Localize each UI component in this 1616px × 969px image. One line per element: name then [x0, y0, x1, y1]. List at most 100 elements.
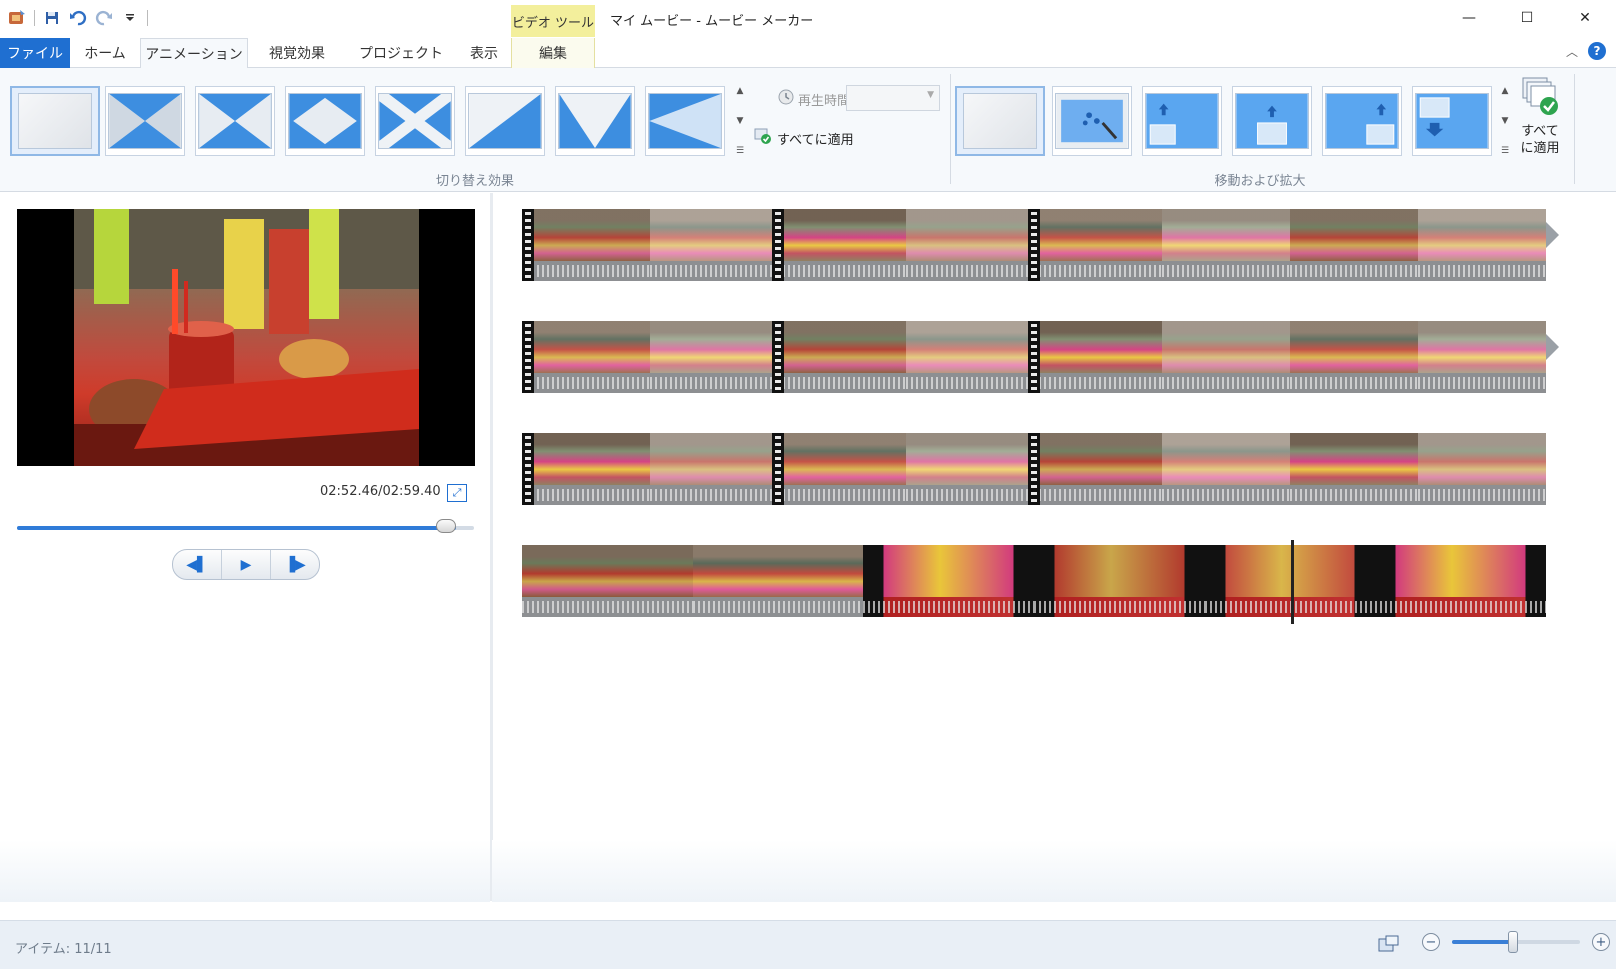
storyboard-clip[interactable] — [522, 433, 650, 505]
tab-animations[interactable]: アニメーション — [140, 38, 248, 69]
tab-edit[interactable]: 編集 — [511, 38, 595, 68]
minimize-button[interactable]: — — [1440, 0, 1498, 36]
storyboard-clip[interactable] — [906, 433, 1034, 505]
transition-none[interactable] — [10, 86, 100, 156]
storyboard-clip[interactable] — [650, 433, 778, 505]
panzoom-apply-all-button[interactable]: すべて に適用 — [1514, 76, 1566, 166]
storyboard-clip[interactable] — [778, 321, 906, 393]
maximize-button[interactable]: ☐ — [1498, 0, 1556, 36]
transition-v-shape[interactable] — [555, 86, 635, 156]
tab-file[interactable]: ファイル — [0, 38, 70, 68]
storyboard-clip[interactable] — [1290, 321, 1418, 393]
storyboard-clip[interactable] — [522, 321, 650, 393]
clip-thumbnail — [522, 545, 693, 597]
storyboard-clip[interactable] — [1418, 209, 1546, 281]
tab-home[interactable]: ホーム — [70, 38, 140, 68]
panzoom-none[interactable] — [955, 86, 1045, 156]
storyboard-clip[interactable] — [1034, 545, 1205, 617]
items-count: アイテム: 11/11 — [15, 942, 112, 957]
panzoom-gallery-scroll[interactable]: ▲ ▼ ☰ — [1498, 86, 1512, 156]
tab-visual-effects[interactable]: 視覚効果 — [248, 38, 346, 68]
storyboard-clip[interactable] — [1162, 209, 1290, 281]
thumbnail-size-icon[interactable] — [1378, 935, 1400, 957]
storyboard-clip[interactable] — [1375, 545, 1546, 617]
clip-thumbnail — [863, 545, 1034, 597]
tab-project[interactable]: プロジェクト — [346, 38, 456, 68]
duration-dropdown[interactable]: ▼ — [846, 85, 940, 111]
group-separator — [1574, 74, 1575, 184]
seek-bar-thumb[interactable] — [436, 519, 456, 533]
transition-marker[interactable] — [522, 209, 534, 281]
transition-marker[interactable] — [772, 433, 784, 505]
storyboard-clip[interactable] — [778, 433, 906, 505]
panzoom-pan-down[interactable] — [1412, 86, 1492, 156]
close-button[interactable]: ✕ — [1556, 0, 1614, 36]
storyboard-clip[interactable] — [1418, 321, 1546, 393]
clip-thumbnail — [650, 321, 778, 373]
storyboard-clip[interactable] — [1034, 433, 1162, 505]
transition-gallery-scroll[interactable]: ▲ ▼ ☰ — [733, 86, 747, 156]
storyboard-clip[interactable] — [778, 209, 906, 281]
app-icon[interactable] — [8, 9, 26, 27]
video-preview[interactable] — [17, 209, 475, 466]
save-icon[interactable] — [43, 9, 61, 27]
zoom-in-button[interactable]: + — [1592, 933, 1610, 951]
pane-splitter[interactable] — [490, 193, 493, 901]
storyboard-clip[interactable] — [1162, 321, 1290, 393]
zoom-out-button[interactable]: − — [1422, 933, 1440, 951]
transition-marker[interactable] — [522, 433, 534, 505]
storyboard-clip[interactable] — [1162, 433, 1290, 505]
transition-bowtie-horizontal[interactable] — [195, 86, 275, 156]
customize-dropdown-icon[interactable] — [121, 9, 139, 27]
storyboard-clip[interactable] — [522, 209, 650, 281]
transition-x-cross[interactable] — [375, 86, 455, 156]
storyboard-clip[interactable] — [1418, 433, 1546, 505]
transition-marker[interactable] — [772, 209, 784, 281]
audio-waveform — [1162, 373, 1290, 393]
zoom-slider[interactable] — [1452, 931, 1580, 953]
audio-waveform — [1375, 597, 1546, 617]
panzoom-zoom-in-top[interactable] — [1142, 86, 1222, 156]
transition-marker[interactable] — [772, 321, 784, 393]
storyboard-clip[interactable] — [650, 209, 778, 281]
storyboard-clip[interactable] — [1290, 209, 1418, 281]
popout-preview-icon[interactable]: ⤢ — [447, 484, 467, 502]
storyboard-clip[interactable] — [692, 545, 864, 617]
storyboard-clip[interactable] — [1034, 321, 1162, 393]
storyboard-clip[interactable] — [906, 209, 1034, 281]
storyboard-clip[interactable] — [863, 545, 1034, 617]
storyboard-clip[interactable] — [650, 321, 778, 393]
audio-waveform — [863, 597, 1034, 617]
panzoom-zoom-in-right[interactable] — [1322, 86, 1402, 156]
transition-diamond[interactable] — [285, 86, 365, 156]
play-button[interactable]: ▶ — [222, 550, 271, 579]
collapse-ribbon-icon[interactable]: ︿ — [1566, 43, 1578, 60]
panzoom-auto[interactable] — [1052, 86, 1132, 156]
transition-marker[interactable] — [1028, 321, 1040, 393]
help-icon[interactable]: ? — [1588, 42, 1606, 60]
transition-cross-diagonal[interactable] — [105, 86, 185, 156]
storyboard-clip[interactable] — [906, 321, 1034, 393]
transition-marker[interactable] — [1028, 209, 1040, 281]
panzoom-zoom-in-center[interactable] — [1232, 86, 1312, 156]
zoom-slider-thumb[interactable] — [1508, 931, 1519, 953]
next-frame-button[interactable]: ▐▶ — [271, 550, 319, 579]
transition-marker[interactable] — [1028, 433, 1040, 505]
clip-thumbnail — [1162, 321, 1290, 373]
storyboard-clip[interactable] — [1204, 545, 1376, 617]
audio-waveform — [522, 261, 650, 281]
previous-frame-button[interactable]: ◀▌ — [173, 550, 222, 579]
redo-icon[interactable] — [95, 9, 113, 27]
playhead[interactable] — [1291, 540, 1294, 624]
transition-apply-all-button[interactable]: すべてに適用 — [754, 127, 854, 149]
storyboard-clip[interactable] — [1290, 433, 1418, 505]
audio-waveform — [1204, 597, 1376, 617]
transition-marker[interactable] — [522, 321, 534, 393]
transition-diagonal-wipe[interactable] — [465, 86, 545, 156]
seek-bar[interactable] — [17, 526, 474, 530]
storyboard-clip[interactable] — [1034, 209, 1162, 281]
undo-icon[interactable] — [69, 9, 87, 27]
storyboard-clip[interactable] — [522, 545, 693, 617]
transition-arrow-left[interactable] — [645, 86, 725, 156]
tab-view[interactable]: 表示 — [456, 38, 512, 68]
